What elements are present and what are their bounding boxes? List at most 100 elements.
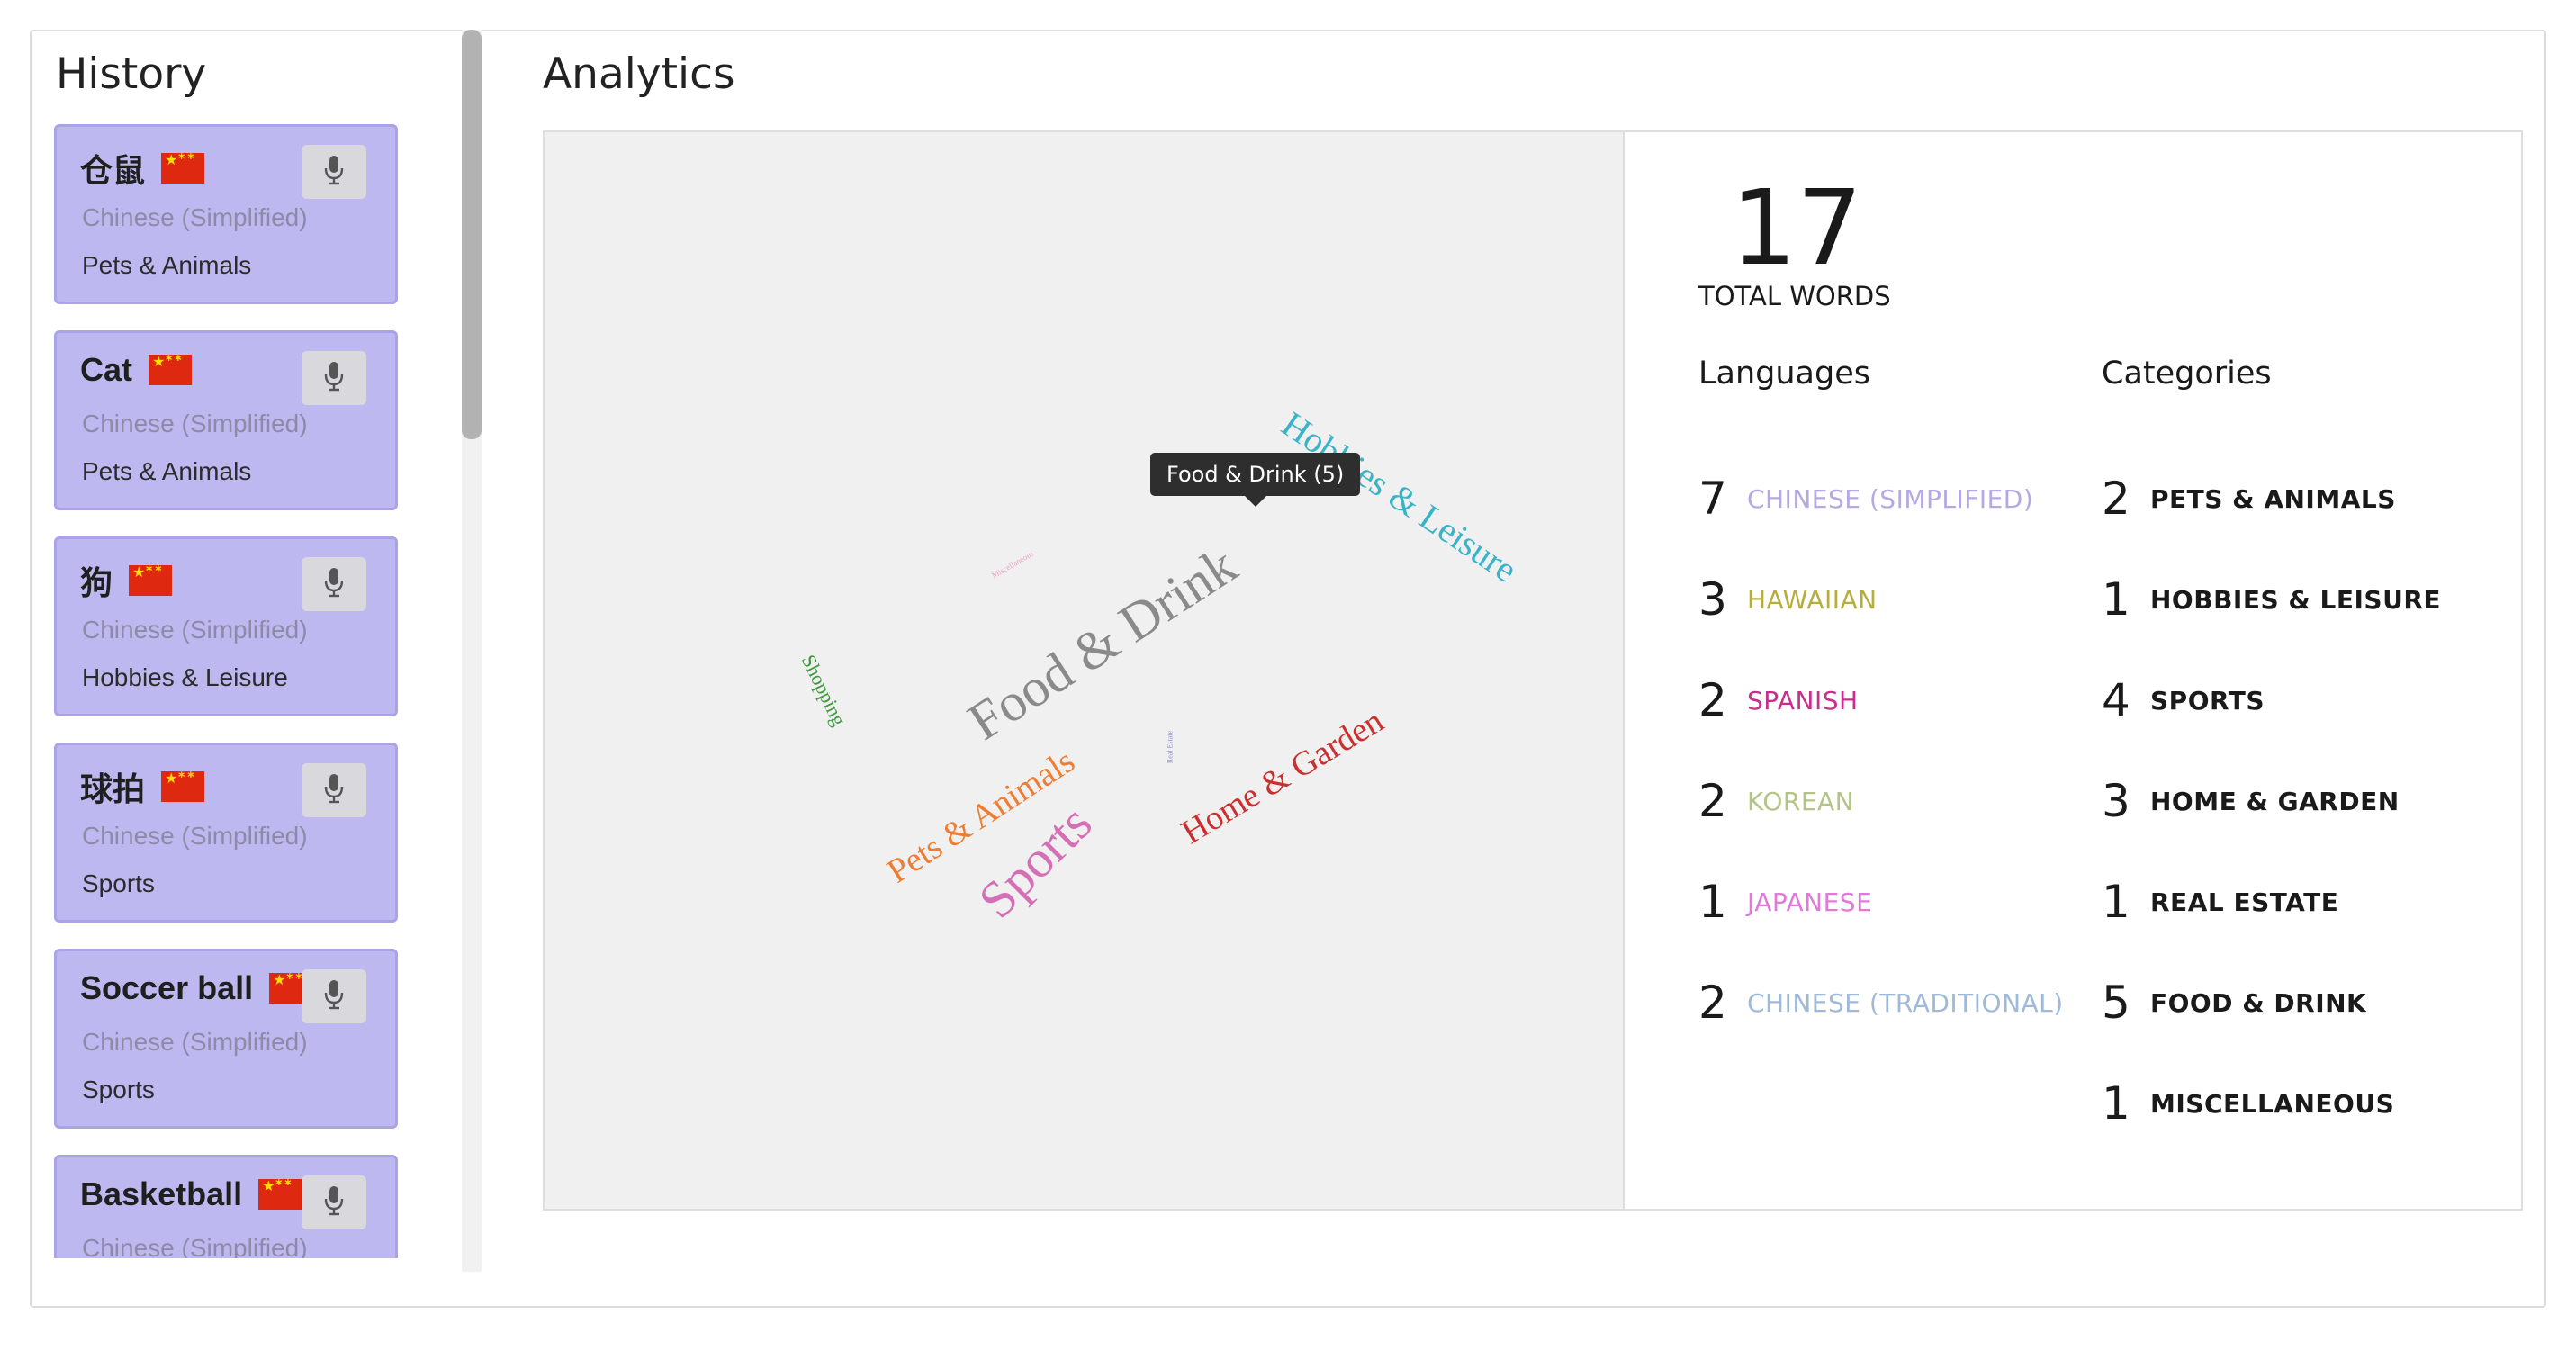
word-text: 球拍 bbox=[80, 770, 146, 807]
china-flag-icon bbox=[258, 1176, 302, 1210]
category-name: HOBBIES & LEISURE bbox=[2150, 584, 2442, 615]
category-count: 3 bbox=[2102, 775, 2130, 827]
total-words-label: TOTAL WORDS bbox=[1698, 281, 1891, 311]
language-count: 3 bbox=[1698, 573, 1727, 626]
word-cloud-term[interactable]: Shopping bbox=[797, 651, 851, 729]
microphone-button[interactable] bbox=[302, 1175, 366, 1229]
language-stat-row: 2 KOREAN bbox=[1698, 775, 1854, 827]
history-card-language: Chinese (Simplified) bbox=[82, 410, 308, 437]
categories-heading: Categories bbox=[2102, 356, 2272, 392]
word-text: 仓鼠 bbox=[80, 152, 146, 189]
microphone-button[interactable] bbox=[302, 763, 366, 817]
history-card[interactable]: Soccer ball Chinese (Simplified) Sports bbox=[54, 949, 398, 1129]
microphone-button[interactable] bbox=[302, 969, 366, 1023]
language-count: 7 bbox=[1698, 472, 1727, 525]
language-count: 1 bbox=[1698, 876, 1727, 928]
history-title: History bbox=[56, 50, 207, 99]
history-card-category: Hobbies & Leisure bbox=[82, 663, 288, 691]
category-stat-row: 3 HOME & GARDEN bbox=[2102, 775, 2400, 827]
microphone-icon bbox=[324, 155, 344, 190]
category-stat-row: 1 REAL ESTATE bbox=[2102, 876, 2338, 928]
word-cloud-term[interactable]: Miscellaneous bbox=[990, 549, 1035, 580]
history-card[interactable]: 球拍 Chinese (Simplified) Sports bbox=[54, 742, 398, 922]
language-name: KOREAN bbox=[1747, 786, 1855, 816]
microphone-icon bbox=[324, 979, 344, 1014]
languages-heading: Languages bbox=[1698, 356, 1870, 392]
word-cloud-term[interactable]: Home & Garden bbox=[1175, 701, 1391, 852]
category-name: SPORTS bbox=[2150, 685, 2265, 716]
category-count: 1 bbox=[2102, 876, 2130, 928]
category-stat-row: 1 MISCELLANEOUS bbox=[2102, 1077, 2394, 1130]
history-card-word: Soccer ball bbox=[80, 969, 313, 1007]
category-stat-row: 1 HOBBIES & LEISURE bbox=[2102, 573, 2441, 626]
language-stat-row: 2 CHINESE (TRADITIONAL) bbox=[1698, 976, 2064, 1029]
china-flag-icon bbox=[161, 150, 205, 184]
history-card-word: 球拍 bbox=[80, 763, 205, 810]
microphone-button[interactable] bbox=[302, 557, 366, 611]
word-cloud: Real Estate Miscellaneous Shopping Home & G… bbox=[545, 132, 1625, 1209]
history-card[interactable]: BasketballChinese (Simplified)Sports bbox=[54, 1155, 398, 1258]
analytics-title: Analytics bbox=[543, 50, 735, 99]
china-flag-icon bbox=[149, 352, 193, 385]
history-card-language: Chinese (Simplified) bbox=[82, 203, 308, 231]
history-card[interactable]: 狗 Chinese (Simplified) Hobbies & Leisure bbox=[54, 536, 398, 716]
history-card-category: Pets & Animals bbox=[82, 251, 252, 279]
history-card-word: Basketball bbox=[80, 1175, 302, 1213]
category-count: 2 bbox=[2102, 472, 2130, 525]
language-name: CHINESE (TRADITIONAL) bbox=[1747, 987, 2064, 1018]
microphone-icon bbox=[324, 773, 344, 808]
china-flag-icon bbox=[129, 562, 173, 596]
history-card-category: Sports bbox=[82, 869, 155, 897]
microphone-icon bbox=[324, 361, 344, 396]
word-text: Cat bbox=[80, 351, 133, 388]
history-list[interactable]: 仓鼠Chinese (Simplified)Pets & AnimalsCatC… bbox=[50, 124, 464, 1258]
category-count: 1 bbox=[2102, 573, 2130, 626]
category-name: HOME & GARDEN bbox=[2150, 786, 2400, 816]
word-cloud-term[interactable]: Real Estate bbox=[1166, 731, 1175, 763]
microphone-button[interactable] bbox=[302, 145, 366, 199]
category-name: REAL ESTATE bbox=[2150, 886, 2339, 917]
microphone-icon bbox=[324, 567, 344, 602]
history-card[interactable]: 仓鼠 Chinese (Simplified) Pets & Animals bbox=[54, 124, 398, 304]
word-text: Basketball bbox=[80, 1175, 243, 1212]
word-text: 狗 bbox=[80, 564, 113, 601]
history-card-category: Sports bbox=[82, 1076, 155, 1103]
analytics-panel: Real Estate Miscellaneous Shopping Home & G… bbox=[543, 130, 2523, 1210]
history-card[interactable]: Cat Chinese (Simplified) Pets & Animals bbox=[54, 330, 398, 510]
language-count: 2 bbox=[1698, 976, 1727, 1029]
category-stat-row: 4 SPORTS bbox=[2102, 674, 2265, 726]
category-name: MISCELLANEOUS bbox=[2150, 1088, 2395, 1119]
china-flag-icon bbox=[161, 769, 205, 802]
language-count: 2 bbox=[1698, 674, 1727, 726]
language-name: SPANISH bbox=[1747, 685, 1859, 716]
history-scrollbar-thumb[interactable] bbox=[462, 30, 482, 439]
category-count: 5 bbox=[2102, 976, 2130, 1029]
history-card-word: 狗 bbox=[80, 557, 173, 604]
category-count: 1 bbox=[2102, 1077, 2130, 1130]
language-name: HAWAIIAN bbox=[1747, 584, 1878, 615]
microphone-button[interactable] bbox=[302, 351, 366, 405]
word-text: Soccer ball bbox=[80, 969, 254, 1006]
language-count: 2 bbox=[1698, 775, 1727, 827]
language-stat-row: 7 CHINESE (SIMPLIFIED) bbox=[1698, 472, 2033, 525]
category-stat-row: 2 PETS & ANIMALS bbox=[2102, 472, 2396, 525]
history-card-word: 仓鼠 bbox=[80, 145, 205, 192]
history-card-language: Chinese (Simplified) bbox=[82, 1234, 308, 1258]
language-stat-row: 2 SPANISH bbox=[1698, 674, 1859, 726]
category-name: PETS & ANIMALS bbox=[2150, 483, 2396, 514]
history-card-language: Chinese (Simplified) bbox=[82, 616, 308, 644]
word-cloud-term[interactable]: Hobbies & Leisure bbox=[1274, 402, 1526, 590]
language-stat-row: 3 HAWAIIAN bbox=[1698, 573, 1878, 626]
microphone-icon bbox=[324, 1185, 344, 1220]
word-cloud-tooltip: Food & Drink (5) bbox=[1150, 453, 1361, 507]
history-card-word: Cat bbox=[80, 351, 193, 389]
history-card-language: Chinese (Simplified) bbox=[82, 1028, 308, 1056]
total-words-count: 17 bbox=[1731, 168, 1863, 289]
stats-panel: 17 TOTAL WORDS Languages Categories 7 CHI… bbox=[1625, 132, 2521, 1209]
language-name: JAPANESE bbox=[1747, 886, 1873, 917]
history-card-language: Chinese (Simplified) bbox=[82, 822, 308, 850]
category-name: FOOD & DRINK bbox=[2150, 987, 2367, 1018]
history-card-category: Pets & Animals bbox=[82, 457, 252, 485]
category-count: 4 bbox=[2102, 674, 2130, 726]
category-stat-row: 5 FOOD & DRINK bbox=[2102, 976, 2366, 1029]
